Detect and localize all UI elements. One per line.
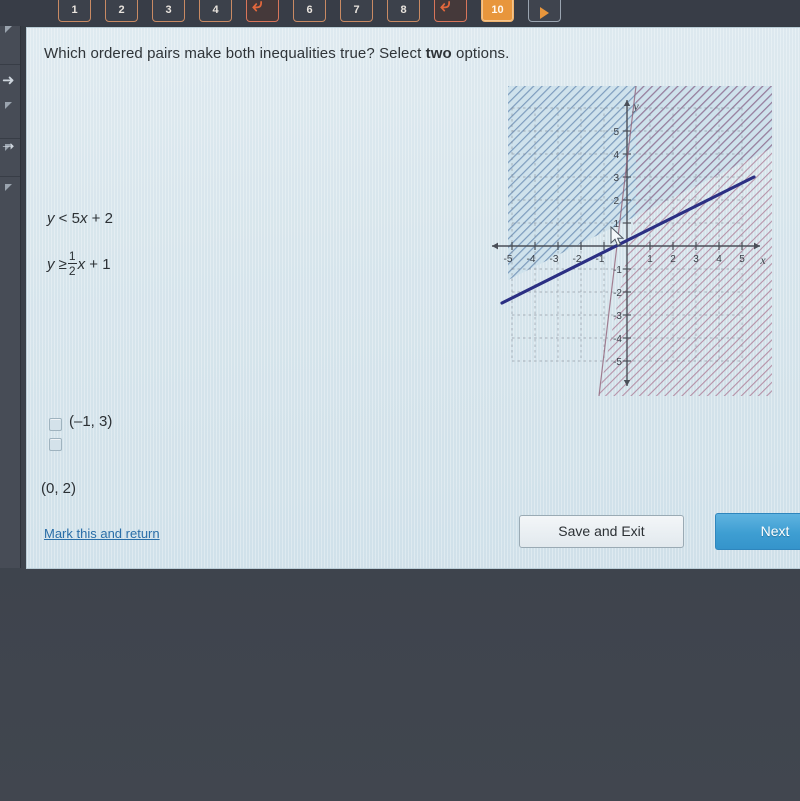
nav-item-label: 7 xyxy=(353,4,360,16)
ytick-label: 3 xyxy=(613,173,619,184)
option-1-checkbox[interactable] xyxy=(49,418,62,431)
inequality-one-operator: < xyxy=(58,210,68,227)
rail-triangle-icon xyxy=(5,102,12,109)
rail-triangle-icon xyxy=(5,26,12,33)
screenshot-root: 1 2 3 4 ⤶ 6 7 8 ⤶ 10 ➜ ➝ Which ordered p… xyxy=(0,0,800,801)
nav-item-label: 2 xyxy=(118,4,125,16)
xtick-label: 3 xyxy=(693,254,699,265)
question-nav-strip: 1 2 3 4 ⤶ 6 7 8 ⤶ 10 xyxy=(0,0,800,26)
nav-item-8[interactable]: 8 xyxy=(387,0,420,22)
xtick-label: -4 xyxy=(527,254,536,265)
play-arrow-icon xyxy=(540,7,549,19)
inequality-two-sign: + xyxy=(89,256,99,273)
graph-svg: -5 -4 -3 -2 -1 1 2 3 4 5 5 4 3 2 1 -1 -2… xyxy=(492,86,772,396)
xtick-label: -5 xyxy=(504,254,513,265)
inequality-one-constant: 2 xyxy=(104,210,113,227)
inequality-two: y ≥1 2 x + 1 xyxy=(47,250,111,277)
y-axis-label: y xyxy=(632,99,639,113)
nav-item-2[interactable]: 2 xyxy=(105,0,138,22)
xtick-label: 1 xyxy=(647,254,653,265)
nav-item-4[interactable]: 4 xyxy=(199,0,232,22)
fraction-denominator: 2 xyxy=(68,264,76,278)
nav-item-6[interactable]: 6 xyxy=(293,0,326,22)
ytick-label: -1 xyxy=(613,265,622,276)
inequality-two-variable: x xyxy=(77,256,86,273)
nav-item-label: 4 xyxy=(212,4,219,16)
nav-item-label: 1 xyxy=(71,4,78,16)
rail-cursor-icon: ➝ xyxy=(2,137,15,155)
fraction-one-half: 12 xyxy=(67,249,77,278)
ytick-label: -5 xyxy=(613,357,622,368)
inequality-two-operator: ≥ xyxy=(58,256,67,273)
ytick-label: 5 xyxy=(613,127,619,138)
ytick-label: 4 xyxy=(613,150,619,161)
inequality-one-lhs: y xyxy=(47,210,55,227)
rail-divider xyxy=(0,64,20,65)
nav-item-label: 3 xyxy=(165,4,172,16)
option-2-checkbox[interactable] xyxy=(49,438,62,451)
question-emphasis: two xyxy=(425,45,452,62)
fraction-numerator: 1 xyxy=(67,249,77,264)
inequality-one-sign: + xyxy=(91,210,101,227)
next-button[interactable]: Next xyxy=(715,513,800,550)
xtick-label: -3 xyxy=(550,254,559,265)
nav-item-label: 6 xyxy=(306,4,313,16)
nav-item-1[interactable]: 1 xyxy=(58,0,91,22)
nav-item-flagged-5[interactable]: ⤶ xyxy=(246,0,279,22)
inequality-two-constant: 1 xyxy=(102,256,111,273)
xtick-label: 4 xyxy=(716,254,722,265)
rail-cursor-icon: ➜ xyxy=(2,71,15,89)
question-card: Which ordered pairs make both inequaliti… xyxy=(27,28,800,568)
nav-item-current-10[interactable]: 10 xyxy=(481,0,514,22)
nav-item-7[interactable]: 7 xyxy=(340,0,373,22)
inequality-one-coefficient: 5 xyxy=(71,210,80,227)
inequality-graph: -5 -4 -3 -2 -1 1 2 3 4 5 5 4 3 2 1 -1 -2… xyxy=(482,86,772,396)
inequality-one-variable: x xyxy=(79,210,88,227)
left-rail: ➜ ➝ xyxy=(0,26,21,568)
ytick-label: -4 xyxy=(613,334,622,345)
ytick-label: -2 xyxy=(613,288,622,299)
nav-item-label: 10 xyxy=(491,4,504,16)
question-text-before: Which ordered pairs make both inequaliti… xyxy=(44,45,426,62)
ytick-label: -3 xyxy=(613,311,622,322)
nav-item-label: 8 xyxy=(400,4,407,16)
inequality-one: y < 5x + 2 xyxy=(47,210,113,227)
rail-divider xyxy=(0,176,20,177)
inequality-two-lhs: y xyxy=(47,256,55,273)
nav-item-flagged-9[interactable]: ⤶ xyxy=(434,0,467,22)
option-2-label[interactable]: (0, 2) xyxy=(41,480,76,497)
xtick-label: -1 xyxy=(596,254,605,265)
question-text-after: options. xyxy=(451,45,510,62)
ytick-label: 1 xyxy=(613,219,619,230)
xtick-label: -2 xyxy=(573,254,582,265)
nav-item-3[interactable]: 3 xyxy=(152,0,185,22)
rail-triangle-icon xyxy=(5,184,12,191)
mark-this-and-return-link[interactable]: Mark this and return xyxy=(44,526,160,541)
x-axis-label: x xyxy=(759,253,766,267)
xtick-label: 5 xyxy=(739,254,745,265)
xtick-label: 2 xyxy=(670,254,676,265)
ytick-label: 2 xyxy=(613,196,619,207)
save-and-exit-button[interactable]: Save and Exit xyxy=(519,515,684,548)
option-1-label[interactable]: (–1, 3) xyxy=(69,413,112,430)
nav-next-arrow-button[interactable] xyxy=(528,0,561,22)
question-prompt: Which ordered pairs make both inequaliti… xyxy=(44,45,744,62)
